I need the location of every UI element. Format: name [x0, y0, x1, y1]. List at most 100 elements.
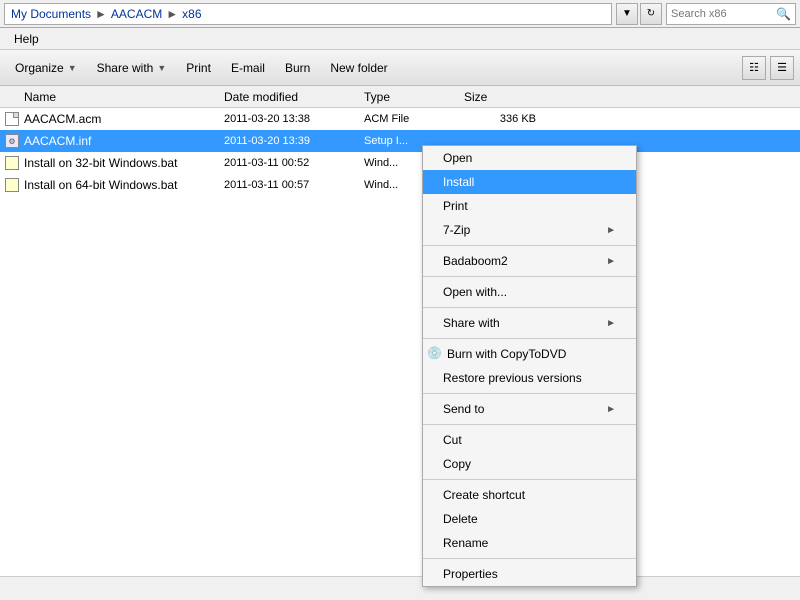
path-segment-2[interactable]: AACACM: [111, 7, 162, 21]
burn-icon: 💿: [427, 346, 443, 362]
search-box[interactable]: 🔍: [666, 3, 796, 25]
col-header-size[interactable]: Size: [464, 90, 544, 104]
menu-help[interactable]: Help: [6, 30, 47, 48]
file-name-text: AACACM.acm: [24, 112, 101, 126]
context-menu-item-label: Cut: [443, 433, 462, 447]
context-menu-item-label: Badaboom2: [443, 254, 508, 268]
table-row[interactable]: ⚙ AACACM.inf 2011-03-20 13:39 Setup I...: [0, 130, 800, 152]
context-menu-item-label: Open: [443, 151, 472, 165]
context-menu-item[interactable]: Delete: [423, 507, 636, 531]
context-menu-item-label: Rename: [443, 536, 488, 550]
refresh-btn[interactable]: ↻: [640, 3, 662, 25]
col-header-date[interactable]: Date modified: [224, 90, 364, 104]
table-row[interactable]: Install on 32-bit Windows.bat 2011-03-11…: [0, 152, 800, 174]
path-segment-3[interactable]: x86: [182, 7, 201, 21]
new-folder-button[interactable]: New folder: [321, 54, 396, 82]
context-menu-item[interactable]: Rename: [423, 531, 636, 555]
file-area: Name Date modified Type Size AACACM.acm …: [0, 86, 800, 576]
file-type-icon: [4, 111, 20, 127]
context-menu-separator: [423, 424, 636, 425]
context-menu-separator: [423, 393, 636, 394]
file-name: Install on 32-bit Windows.bat: [4, 155, 224, 171]
context-menu-item[interactable]: 7-Zip ►: [423, 218, 636, 242]
burn-button[interactable]: Burn: [276, 54, 319, 82]
file-name-text: AACACM.inf: [24, 134, 91, 148]
context-menu-item-label: Delete: [443, 512, 478, 526]
context-menu-item[interactable]: Open: [423, 146, 636, 170]
share-with-button[interactable]: Share with ▼: [88, 54, 176, 82]
address-path[interactable]: My Documents ► AACACM ► x86: [4, 3, 612, 25]
context-menu-item[interactable]: Create shortcut: [423, 483, 636, 507]
file-rows: AACACM.acm 2011-03-20 13:38 ACM File 336…: [0, 108, 800, 196]
toolbar-right: ☷ ☰: [742, 56, 794, 80]
context-menu-item-label: Copy: [443, 457, 471, 471]
print-label: Print: [186, 61, 211, 75]
menu-bar: Help: [0, 28, 800, 50]
context-menu-item[interactable]: Open with...: [423, 280, 636, 304]
address-bar: My Documents ► AACACM ► x86 ▼ ↻ 🔍: [0, 0, 800, 28]
print-button[interactable]: Print: [177, 54, 220, 82]
submenu-arrow-icon: ►: [606, 256, 616, 267]
context-menu-item[interactable]: Install: [423, 170, 636, 194]
organize-button[interactable]: Organize ▼: [6, 54, 86, 82]
new-folder-label: New folder: [330, 61, 387, 75]
context-menu-item-label: Restore previous versions: [443, 371, 582, 385]
col-header-type[interactable]: Type: [364, 90, 464, 104]
file-list: Name Date modified Type Size AACACM.acm …: [0, 86, 800, 576]
context-menu-item[interactable]: Cut: [423, 428, 636, 452]
file-name-text: Install on 64-bit Windows.bat: [24, 178, 177, 192]
context-menu-item[interactable]: Properties: [423, 562, 636, 586]
status-bar: [0, 576, 800, 600]
share-with-arrow: ▼: [157, 63, 166, 73]
file-type-text: ACM File: [364, 113, 464, 125]
context-menu-item[interactable]: Send to►: [423, 397, 636, 421]
file-type-icon: ⚙: [4, 133, 20, 149]
context-menu-item-label: Send to: [443, 402, 484, 416]
file-name: ⚙ AACACM.inf: [4, 133, 224, 149]
context-menu: Open Install Print 7-Zip ► Badaboom2 ► Open wit…: [422, 145, 637, 587]
context-menu-item[interactable]: Restore previous versions: [423, 366, 636, 390]
view-options-btn[interactable]: ☷: [742, 56, 766, 80]
table-row[interactable]: AACACM.acm 2011-03-20 13:38 ACM File 336…: [0, 108, 800, 130]
table-row[interactable]: Install on 64-bit Windows.bat 2011-03-11…: [0, 174, 800, 196]
context-menu-item[interactable]: Print: [423, 194, 636, 218]
search-icon: 🔍: [772, 7, 795, 21]
address-buttons: ▼ ↻: [616, 3, 662, 25]
file-date: 2011-03-11 00:57: [224, 179, 364, 191]
context-menu-item[interactable]: Badaboom2 ►: [423, 249, 636, 273]
context-menu-item[interactable]: 💿Burn with CopyToDVD: [423, 342, 636, 366]
dropdown-btn[interactable]: ▼: [616, 3, 638, 25]
col-header-name[interactable]: Name: [4, 90, 224, 104]
share-with-label: Share with: [97, 61, 154, 75]
file-size: 336 KB: [464, 113, 544, 125]
context-menu-item-label: Properties: [443, 567, 498, 581]
email-button[interactable]: E-mail: [222, 54, 274, 82]
file-icon-bat: [5, 178, 19, 192]
context-menu-item[interactable]: Share with►: [423, 311, 636, 335]
context-menu-item-label: Create shortcut: [443, 488, 525, 502]
context-menu-separator: [423, 245, 636, 246]
file-icon-inf: ⚙: [5, 134, 19, 148]
view-toggle-btn[interactable]: ☰: [770, 56, 794, 80]
organize-arrow: ▼: [68, 63, 77, 73]
submenu-arrow-icon: ►: [606, 225, 616, 236]
path-segment-1[interactable]: My Documents: [11, 7, 91, 21]
context-menu-item-label: Open with...: [443, 285, 507, 299]
burn-label: Burn: [285, 61, 310, 75]
context-menu-separator: [423, 307, 636, 308]
toolbar: Organize ▼ Share with ▼ Print E-mail Bur…: [0, 50, 800, 86]
file-name: Install on 64-bit Windows.bat: [4, 177, 224, 193]
search-input[interactable]: [667, 8, 772, 20]
context-menu-item-label: Install: [443, 175, 474, 189]
file-type-icon: [4, 177, 20, 193]
file-date: 2011-03-20 13:38: [224, 113, 364, 125]
context-menu-separator: [423, 558, 636, 559]
file-name: AACACM.acm: [4, 111, 224, 127]
file-name-text: Install on 32-bit Windows.bat: [24, 156, 177, 170]
email-label: E-mail: [231, 61, 265, 75]
context-menu-item-label: Share with: [443, 316, 500, 330]
context-menu-separator: [423, 276, 636, 277]
context-menu-item[interactable]: Copy: [423, 452, 636, 476]
context-menu-item-label: 7-Zip: [443, 223, 470, 237]
context-menu-item-label: Print: [443, 199, 468, 213]
